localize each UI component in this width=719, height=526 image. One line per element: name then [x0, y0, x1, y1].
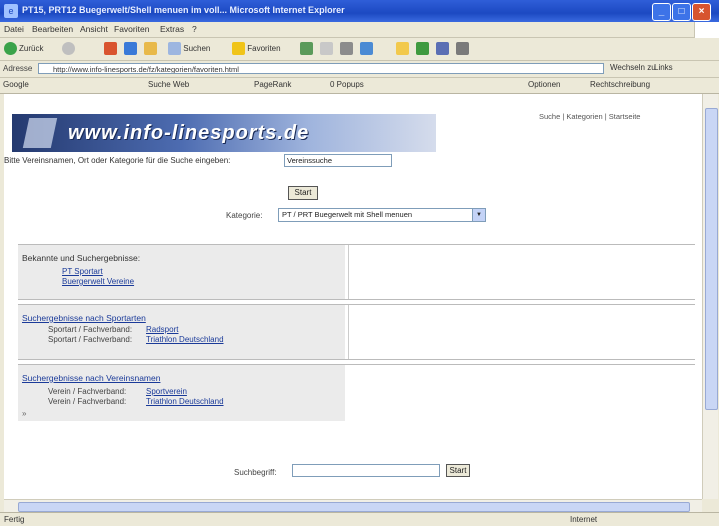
print-icon [340, 42, 353, 56]
folder-icon [396, 42, 409, 56]
history-button[interactable] [300, 41, 313, 57]
mail-icon [320, 42, 333, 56]
search-icon [168, 42, 181, 56]
section-sport-header[interactable]: Suchergebnisse nach Sportarten [22, 313, 146, 323]
search-text-input[interactable]: Vereinssuche [284, 154, 392, 167]
horizontal-scroll-thumb[interactable] [18, 502, 690, 512]
forward-arrow-icon [62, 42, 75, 56]
section-club-header[interactable]: Suchergebnisse nach Vereinsnamen [22, 373, 160, 383]
sport-row-1-label: Sportart / Fachverband: [48, 325, 133, 334]
star-icon [232, 42, 245, 56]
section-known-link-2[interactable]: Buergerwelt Vereine [62, 277, 134, 286]
google-pagerank[interactable]: PageRank [254, 80, 291, 89]
bottom-search-button[interactable]: Start [446, 464, 470, 477]
intro-text: Bitte Vereinsnamen, Ort oder Kategorie f… [4, 156, 231, 165]
page-content: Suche | Kategorien | Startseite www.info… [4, 94, 702, 499]
address-input[interactable]: http://www.info-linesports.de/fz/kategor… [38, 63, 604, 74]
forward-button[interactable] [62, 41, 77, 57]
site-logo[interactable]: www.info-linesports.de [68, 122, 309, 145]
bottom-search-label: Suchbegriff: [234, 468, 277, 477]
back-arrow-icon [4, 42, 17, 56]
browser-window: e PT15, PRT12 Buegerwelt/Shell menuen im… [0, 0, 719, 526]
ie-icon: e [4, 4, 18, 18]
section-club: Suchergebnisse nach Vereinsnamen Verein … [18, 364, 695, 421]
vertical-scrollbar[interactable] [702, 94, 718, 499]
print-button[interactable] [340, 41, 353, 57]
edit-button[interactable] [360, 41, 373, 57]
google-label[interactable]: Google [3, 80, 29, 89]
search-submit-button[interactable]: Start [288, 186, 318, 200]
mail-button[interactable] [320, 41, 333, 57]
sport-row-2-link[interactable]: Triathlon Deutschland [146, 335, 224, 344]
links-button[interactable]: Links [654, 63, 673, 72]
horizontal-scrollbar[interactable] [4, 499, 702, 512]
category-label: Kategorie: [226, 211, 263, 220]
toolbar: Zurück Suchen Favoriten [0, 38, 719, 61]
google-popup-blocker[interactable]: 0 Popups [330, 80, 364, 89]
section-known-header: Bekannte und Suchergebnisse: [22, 253, 141, 263]
section-known-link-1[interactable]: PT Sportart [62, 267, 103, 276]
title-bar: e PT15, PRT12 Buegerwelt/Shell menuen im… [0, 0, 719, 22]
top-nav-links[interactable]: Suche | Kategorien | Startseite [539, 112, 640, 121]
google-spellcheck[interactable]: Rechtschreibung [590, 80, 650, 89]
menu-edit[interactable]: Bearbeiten [32, 24, 73, 34]
banner-graphic [22, 118, 58, 148]
club-row-2-label: Verein / Fachverband: [48, 397, 127, 406]
site-banner: www.info-linesports.de [12, 114, 436, 152]
status-bar: Fertig Internet [0, 512, 719, 526]
menu-view[interactable]: Ansicht [80, 24, 108, 34]
status-text: Fertig [4, 515, 25, 524]
edit-icon [360, 42, 373, 56]
refresh-button[interactable] [124, 41, 137, 57]
category-select[interactable]: PT / PRT Buegerwelt mit Shell menuen ▼ [278, 208, 486, 222]
messenger-icon [416, 42, 429, 56]
window-title: PT15, PRT12 Buegerwelt/Shell menuen im v… [22, 5, 345, 15]
stop-button[interactable] [104, 41, 117, 57]
folder-button[interactable] [396, 41, 409, 57]
chevron-down-icon: ▼ [472, 209, 485, 221]
club-row-2-link[interactable]: Triathlon Deutschland [146, 397, 224, 406]
history-icon [300, 42, 313, 56]
go-button[interactable]: Wechseln zu [610, 63, 656, 72]
address-bar: Adresse http://www.info-linesports.de/fz… [0, 61, 719, 78]
section-club-marker: » [22, 409, 27, 418]
stop-icon [104, 42, 117, 56]
home-button[interactable] [144, 41, 157, 57]
search-button[interactable]: Suchen [168, 41, 210, 57]
menu-help[interactable]: ? [192, 24, 197, 34]
tools-icon [456, 42, 469, 56]
sport-row-1-link[interactable]: Radsport [146, 325, 178, 334]
google-options[interactable]: Optionen [528, 80, 560, 89]
bottom-search-input[interactable] [292, 464, 440, 477]
section-sport: Suchergebnisse nach Sportarten Sportart … [18, 304, 695, 360]
close-button[interactable]: × [692, 3, 711, 21]
club-row-1-link[interactable]: Sportverein [146, 387, 187, 396]
google-search-button[interactable]: Suche Web [148, 80, 189, 89]
vertical-scroll-thumb[interactable] [705, 108, 718, 410]
refresh-icon [124, 42, 137, 56]
menu-file[interactable]: Datei [4, 24, 24, 34]
club-row-1-label: Verein / Fachverband: [48, 387, 127, 396]
google-toolbar: Google Suche Web PageRank 0 Popups Optio… [0, 78, 719, 94]
sport-row-2-label: Sportart / Fachverband: [48, 335, 133, 344]
tools-button[interactable] [456, 41, 469, 57]
menu-bar: Datei Bearbeiten Ansicht Favoriten Extra… [0, 22, 719, 38]
section-known: Bekannte und Suchergebnisse: PT Sportart… [18, 244, 695, 300]
back-button[interactable]: Zurück [4, 41, 43, 57]
minimize-button[interactable]: _ [652, 3, 671, 21]
address-label: Adresse [3, 64, 33, 73]
status-zone: Internet [570, 515, 598, 524]
menu-favorites[interactable]: Favoriten [114, 24, 149, 34]
menu-tools[interactable]: Extras [160, 24, 184, 34]
research-button[interactable] [436, 41, 449, 57]
home-icon [144, 42, 157, 56]
favorites-button[interactable]: Favoriten [232, 41, 281, 57]
maximize-button[interactable]: □ [672, 3, 691, 21]
messenger-button[interactable] [416, 41, 429, 57]
research-icon [436, 42, 449, 56]
